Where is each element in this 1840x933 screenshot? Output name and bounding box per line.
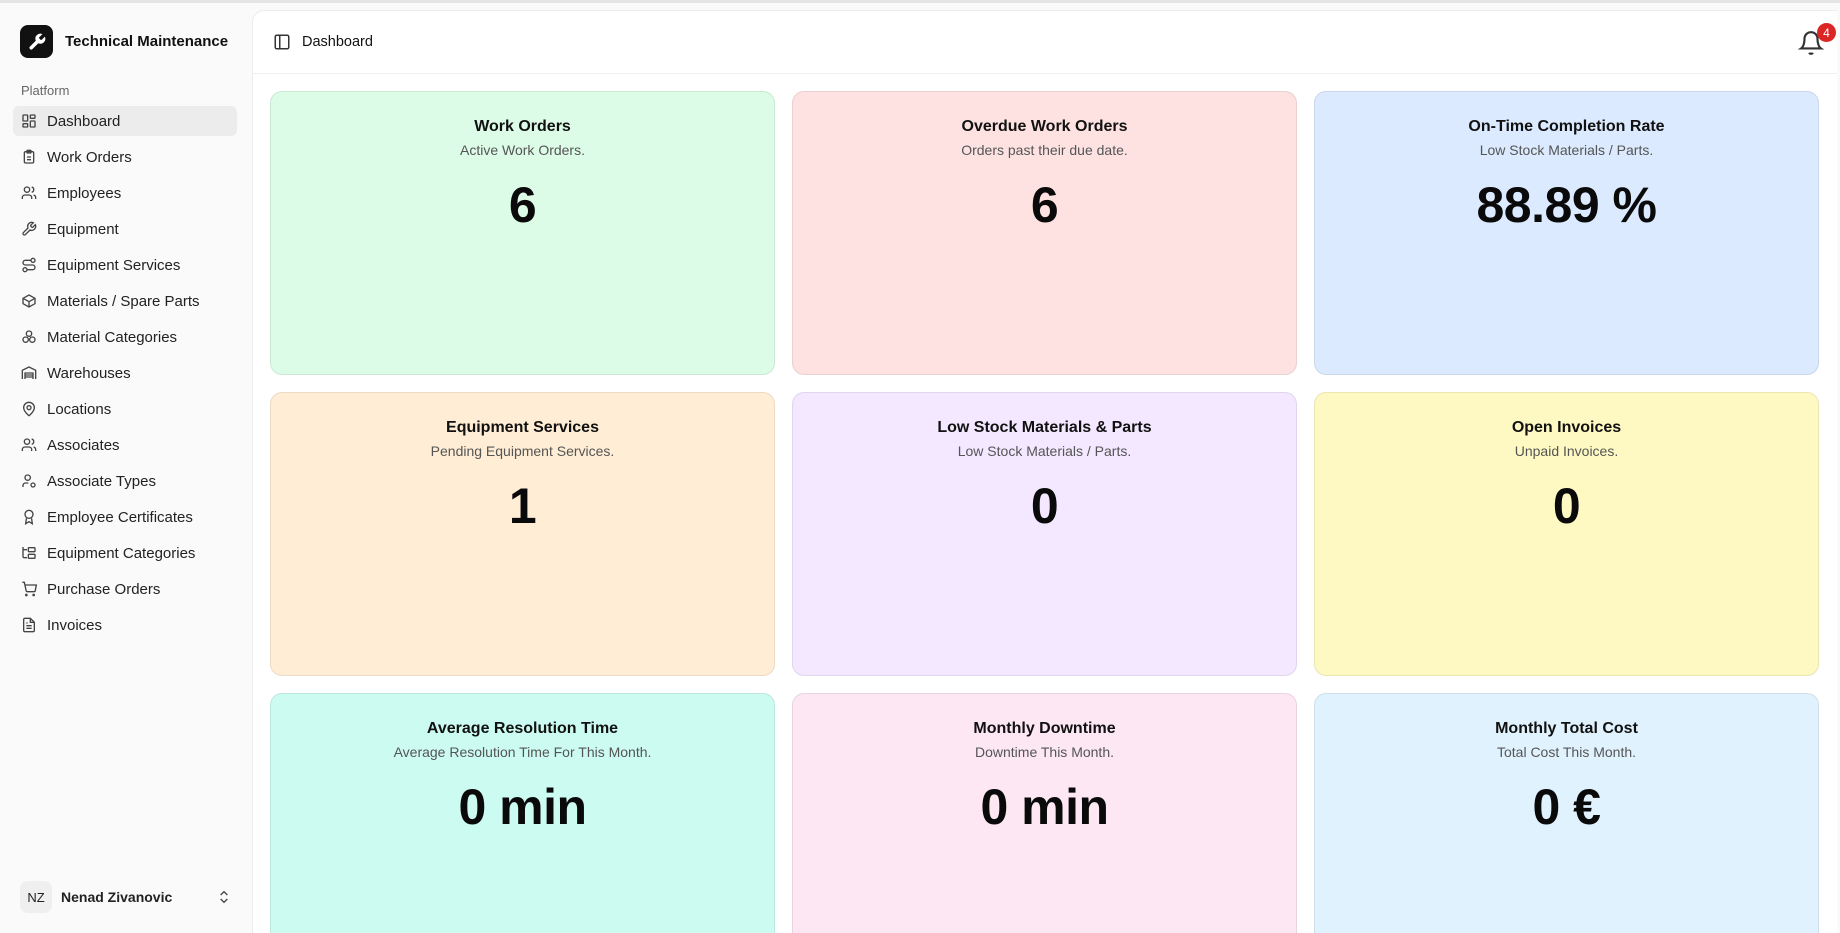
warehouse-icon [21,366,37,379]
brand[interactable]: Technical Maintenance [20,25,228,58]
users-icon [21,186,37,199]
card-value: 0 [1030,478,1059,534]
card-equipment-services: Equipment Services Pending Equipment Ser… [270,392,775,676]
sidebar-item-dashboard[interactable]: Dashboard [13,106,237,136]
route-icon [22,257,36,273]
card-title: Monthly Total Cost [1495,720,1638,737]
avatar: NZ [20,881,52,913]
dashboard-icon [22,114,36,128]
breadcrumb: Dashboard [302,34,373,50]
sidebar-item-employees[interactable]: Employees [13,178,237,208]
card-subtitle: Low Stock Materials / Parts. [1479,142,1654,158]
card-low-stock: Low Stock Materials & Parts Low Stock Ma… [792,392,1297,676]
stats-grid: Work Orders Active Work Orders. 6 Overdu… [270,91,1820,933]
card-value: 6 [508,177,537,233]
card-title: Average Resolution Time [426,720,619,737]
cart-icon [22,581,37,597]
card-work-orders: Work Orders Active Work Orders. 6 [270,91,775,375]
wrench-icon [22,221,37,236]
card-subtitle: Average Resolution Time For This Month. [393,744,652,760]
card-monthly-downtime: Monthly Downtime Downtime This Month. 0 … [792,693,1297,933]
user-name: Nenad Zivanovic [61,889,173,905]
sidebar-toggle-icon[interactable] [273,33,291,51]
sidebar-nav: Dashboard Work Orders Employees Equipmen… [13,106,237,646]
sidebar-item-equipment-services[interactable]: Equipment Services [13,250,237,280]
user-cog-icon [22,474,36,488]
card-title: Equipment Services [446,419,599,436]
top-bar: Dashboard 4 [253,11,1837,74]
sidebar-item-employee-certificates[interactable]: Employee Certificates [13,502,237,532]
sidebar-item-label: Materials / Spare Parts [47,292,200,310]
sidebar-item-locations[interactable]: Locations [13,394,237,424]
file-text-icon [23,617,35,633]
sidebar-item-label: Dashboard [47,112,121,130]
sidebar-item-label: Employee Certificates [47,508,193,526]
card-title: Overdue Work Orders [961,118,1128,135]
card-monthly-total-cost: Monthly Total Cost Total Cost This Month… [1314,693,1819,933]
sidebar-item-associate-types[interactable]: Associate Types [13,466,237,496]
sidebar-item-equipment[interactable]: Equipment [13,214,237,244]
card-overdue-work-orders: Overdue Work Orders Orders past their du… [792,91,1297,375]
card-value: 0 min [980,779,1109,835]
users-icon [21,438,37,451]
main-content: Dashboard 4 Work Orders Active Work Orde… [252,10,1837,933]
card-subtitle: Downtime This Month. [974,744,1114,760]
sidebar-item-label: Warehouses [47,364,131,382]
card-title: Monthly Downtime [973,720,1116,737]
clipboard-icon [23,149,35,164]
sidebar-item-materials[interactable]: Materials / Spare Parts [13,286,237,316]
sidebar-item-label: Invoices [47,616,103,634]
sidebar-item-label: Equipment [47,220,119,238]
app-title: Technical Maintenance [65,33,229,50]
package-icon [22,294,36,308]
card-value: 0 [1552,478,1581,534]
card-value: 0 min [458,779,587,835]
card-subtitle: Low Stock Materials / Parts. [957,443,1132,459]
card-title: Open Invoices [1511,419,1622,436]
card-subtitle: Total Cost This Month. [1496,744,1637,760]
sidebar: Technical Maintenance Platform Dashboard… [0,3,252,933]
card-value: 0 € [1532,779,1601,835]
award-icon [24,509,34,525]
card-title: On-Time Completion Rate [1468,118,1665,135]
sidebar-item-label: Work Orders [47,148,132,166]
sidebar-item-material-categories[interactable]: Material Categories [13,322,237,352]
card-title: Low Stock Materials & Parts [937,419,1152,436]
card-subtitle: Orders past their due date. [961,142,1128,158]
sidebar-item-warehouses[interactable]: Warehouses [13,358,237,388]
sidebar-item-label: Equipment Categories [47,544,196,562]
card-subtitle: Unpaid Invoices. [1514,443,1619,459]
card-open-invoices: Open Invoices Unpaid Invoices. 0 [1314,392,1819,676]
card-on-time-completion-rate: On-Time Completion Rate Low Stock Materi… [1314,91,1819,375]
card-subtitle: Pending Equipment Services. [430,443,615,459]
wrench-logo-icon [20,25,53,58]
user-menu[interactable]: NZ Nenad Zivanovic [20,880,232,914]
sidebar-item-purchase-orders[interactable]: Purchase Orders [13,574,237,604]
card-average-resolution-time: Average Resolution Time Average Resoluti… [270,693,775,933]
card-value: 1 [508,478,537,534]
sidebar-item-associates[interactable]: Associates [13,430,237,460]
card-subtitle: Active Work Orders. [460,142,585,158]
sidebar-item-invoices[interactable]: Invoices [13,610,237,640]
folder-tree-icon [22,547,36,559]
sidebar-item-label: Associate Types [47,472,156,490]
card-title: Work Orders [474,118,571,135]
sidebar-item-equipment-categories[interactable]: Equipment Categories [13,538,237,568]
sidebar-item-label: Purchase Orders [47,580,161,598]
sidebar-item-label: Associates [47,436,120,454]
card-value: 88.89 % [1476,177,1657,233]
boxes-icon [22,330,36,343]
chevrons-up-down-icon [220,890,228,904]
nav-group-label: Platform [21,83,70,98]
sidebar-item-label: Employees [47,184,122,202]
sidebar-item-label: Equipment Services [47,256,181,274]
notification-badge: 4 [1817,23,1836,42]
sidebar-item-label: Locations [47,400,112,418]
card-value: 6 [1030,177,1059,233]
map-pin-icon [22,401,36,417]
window-top-border [0,0,1840,3]
sidebar-item-work-orders[interactable]: Work Orders [13,142,237,172]
sidebar-item-label: Material Categories [47,328,178,346]
